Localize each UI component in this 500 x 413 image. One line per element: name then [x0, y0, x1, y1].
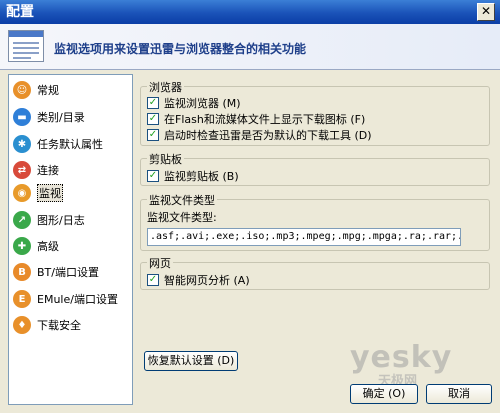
graph-icon: ↗: [13, 211, 31, 229]
checkbox-label: 监视浏览器 (M): [164, 97, 241, 110]
sidebar-item-label: 图形/日志: [37, 214, 85, 227]
checkbox-checked-icon[interactable]: ✓: [147, 274, 159, 286]
close-icon: ✕: [480, 4, 492, 18]
clipboard-group: 剪贴板 ✓ 监视剪贴板 (B): [140, 151, 490, 186]
flash-download-icon-checkbox[interactable]: ✓ 在Flash和流媒体文件上显示下载图标 (F): [147, 111, 365, 127]
sidebar-item-monitor[interactable]: ◉ 监视: [13, 182, 63, 204]
connection-icon: ⇄: [13, 161, 31, 179]
advanced-icon: ✚: [13, 237, 31, 255]
checkbox-checked-icon[interactable]: ✓: [147, 97, 159, 109]
settings-panel-icon: [8, 30, 44, 62]
checkbox-label: 启动时检查迅雷是否为默认的下载工具 (D): [164, 129, 372, 142]
star-icon: ✱: [13, 135, 31, 153]
sidebar-item-label: EMule/端口设置: [37, 293, 118, 306]
sidebar-item-label: 类别/目录: [37, 111, 85, 124]
browser-group: 浏览器 ✓ 监视浏览器 (M) ✓ 在Flash和流媒体文件上显示下载图标 (F…: [140, 79, 490, 146]
monitor-browser-checkbox[interactable]: ✓ 监视浏览器 (M): [147, 95, 241, 111]
ok-button[interactable]: 确定 (O): [350, 384, 418, 404]
cancel-button[interactable]: 取消: [426, 384, 492, 404]
checkbox-checked-icon[interactable]: ✓: [147, 170, 159, 182]
sidebar-item-label: 任务默认属性: [37, 138, 103, 151]
sidebar-item-general[interactable]: ☺ 常规: [13, 79, 59, 101]
filetypes-group-title: 监视文件类型: [147, 192, 217, 208]
bt-icon: B: [13, 263, 31, 281]
sidebar-item-label: 监视: [37, 184, 63, 202]
checkbox-checked-icon[interactable]: ✓: [147, 113, 159, 125]
sidebar-item-label: 高级: [37, 240, 59, 253]
sidebar-item-download-security[interactable]: ♦ 下载安全: [13, 314, 81, 336]
webpage-group: 网页 ✓ 智能网页分析 (A): [140, 255, 490, 290]
filetypes-group: 监视文件类型 监视文件类型: .asf;.avi;.exe;.iso;.mp3;…: [140, 192, 490, 251]
close-button[interactable]: ✕: [477, 3, 495, 21]
header-description: 监视选项用来设置迅雷与浏览器整合的相关功能: [54, 42, 307, 56]
sidebar-item-label: 下载安全: [37, 319, 81, 332]
sidebar-item-emule-port[interactable]: E EMule/端口设置: [13, 288, 118, 310]
browser-group-title: 浏览器: [147, 79, 184, 95]
sidebar-item-connection[interactable]: ⇄ 连接: [13, 159, 59, 181]
monitor-clipboard-checkbox[interactable]: ✓ 监视剪贴板 (B): [147, 168, 239, 184]
filetypes-label: 监视文件类型:: [147, 211, 217, 224]
sidebar-item-category[interactable]: ▬ 类别/目录: [13, 106, 85, 128]
folder-icon: ▬: [13, 108, 31, 126]
sidebar-item-label: BT/端口设置: [37, 266, 99, 279]
checkbox-checked-icon[interactable]: ✓: [147, 129, 159, 141]
header-banner: 监视选项用来设置迅雷与浏览器整合的相关功能: [0, 24, 500, 70]
checkbox-label: 在Flash和流媒体文件上显示下载图标 (F): [164, 113, 366, 126]
checkbox-label: 监视剪贴板 (B): [164, 170, 239, 183]
checkbox-label: 智能网页分析 (A): [164, 274, 250, 287]
title-bar[interactable]: 配置 ✕: [0, 0, 500, 24]
shield-icon: ♦: [13, 316, 31, 334]
sidebar-item-graph-log[interactable]: ↗ 图形/日志: [13, 209, 85, 231]
check-default-tool-checkbox[interactable]: ✓ 启动时检查迅雷是否为默认的下载工具 (D): [147, 127, 372, 143]
webpage-group-title: 网页: [147, 255, 173, 271]
emule-icon: E: [13, 290, 31, 308]
sidebar-item-bt-port[interactable]: B BT/端口设置: [13, 261, 99, 283]
smart-page-analysis-checkbox[interactable]: ✓ 智能网页分析 (A): [147, 272, 250, 288]
config-window: 配置 ✕ 监视选项用来设置迅雷与浏览器整合的相关功能 ☺ 常规 ▬ 类别/目录 …: [0, 0, 500, 413]
clipboard-group-title: 剪贴板: [147, 151, 184, 167]
sidebar-item-label: 常规: [37, 84, 59, 97]
category-sidebar: ☺ 常规 ▬ 类别/目录 ✱ 任务默认属性 ⇄ 连接 ◉ 监视 ↗ 图形/日志 …: [8, 74, 133, 405]
sidebar-item-advanced[interactable]: ✚ 高级: [13, 235, 59, 257]
filetypes-input[interactable]: .asf;.avi;.exe;.iso;.mp3;.mpeg;.mpg;.mpg…: [147, 228, 461, 246]
sidebar-item-label: 连接: [37, 164, 59, 177]
sidebar-item-task-defaults[interactable]: ✱ 任务默认属性: [13, 133, 103, 155]
restore-defaults-button[interactable]: 恢复默认设置 (D): [144, 351, 238, 371]
person-icon: ☺: [13, 81, 31, 99]
window-title: 配置: [6, 4, 34, 20]
monitor-icon: ◉: [13, 184, 31, 202]
